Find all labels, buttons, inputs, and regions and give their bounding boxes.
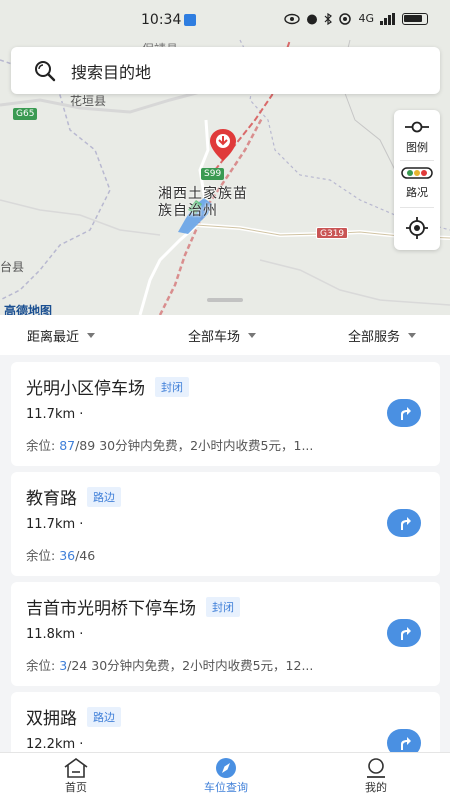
parking-name: 双拥路	[26, 709, 77, 729]
search-bar[interactable]: 搜索目的地	[11, 47, 440, 94]
route-icon	[401, 627, 411, 640]
bluetooth-icon	[325, 12, 333, 25]
bottom-nav: 首页 车位查询 我的	[0, 752, 450, 800]
network-type: 4G	[358, 12, 374, 25]
battery-icon	[402, 12, 428, 25]
nav-parking-search[interactable]: 车位查询	[186, 757, 266, 795]
nav-home-label: 首页	[65, 781, 87, 794]
filter-lot-type-label: 全部车场	[188, 330, 241, 345]
search-input[interactable]: 搜索目的地	[71, 59, 151, 83]
nav-profile-label: 我的	[365, 781, 387, 794]
filter-distance-label: 距离最近	[27, 330, 80, 345]
legend-button[interactable]: 图例	[394, 120, 440, 155]
road-badge-s99: S99	[201, 168, 225, 180]
locate-button[interactable]	[394, 216, 440, 243]
nav-home[interactable]: 首页	[36, 757, 116, 795]
map-label-county-left: 台县	[0, 260, 25, 274]
traffic-button[interactable]: 路况	[394, 167, 440, 200]
tool-divider	[400, 160, 434, 161]
route-icon	[401, 407, 411, 420]
eye-icon	[284, 13, 301, 24]
parking-name: 教育路	[26, 489, 77, 509]
nfc-icon	[339, 12, 352, 25]
map-tools-panel: 图例 路况	[394, 110, 440, 250]
status-bar: 10:34 4G	[0, 0, 450, 38]
parking-name: 光明小区停车场	[26, 379, 145, 399]
pricing-desc: 30分钟内免费，2小时内收费5元，1...	[95, 438, 314, 453]
parking-info: 余位: 36/46	[26, 545, 386, 564]
pricing-desc: 30分钟内免费，2小时内收费5元，12...	[87, 658, 314, 673]
parking-card[interactable]: 光明小区停车场 封闭 11.7km · 余位: 87/89 30分钟内免费，2小…	[11, 362, 440, 466]
parking-type-tag: 路边	[87, 486, 121, 507]
amap-logo: 高德地图	[4, 304, 53, 315]
locate-icon	[406, 217, 428, 239]
profile-icon	[367, 758, 385, 778]
signal-icon	[380, 12, 395, 25]
drag-handle[interactable]	[207, 298, 243, 302]
route-icon	[401, 737, 411, 750]
legend-label: 图例	[406, 141, 428, 154]
available-spots: 87	[59, 438, 76, 453]
road-badge-g319: G319	[316, 227, 349, 239]
navigate-button[interactable]	[387, 509, 421, 537]
filter-service-label: 全部服务	[348, 330, 401, 345]
parking-distance: 11.7km ·	[26, 407, 84, 422]
navigate-button[interactable]	[387, 399, 421, 427]
nav-parking-search-label: 车位查询	[204, 781, 248, 794]
filter-lot-type[interactable]: 全部车场	[188, 326, 257, 345]
filter-service[interactable]: 全部服务	[348, 326, 417, 345]
remaining-label: 余位:	[26, 548, 60, 563]
traffic-icon	[401, 167, 433, 179]
remaining-label: 余位:	[26, 658, 60, 673]
parking-list[interactable]: 光明小区停车场 封闭 11.7km · 余位: 87/89 30分钟内免费，2小…	[0, 355, 450, 752]
status-icons: 4G	[284, 12, 428, 25]
filter-distance[interactable]: 距离最近	[27, 326, 96, 345]
traffic-label: 路况	[406, 186, 428, 199]
parking-type-tag: 封闭	[155, 376, 189, 397]
parking-info: 余位: 3/24 30分钟内免费，2小时内收费5元，12...	[26, 655, 386, 674]
home-icon	[64, 758, 88, 778]
parking-card[interactable]: 双拥路 路边 12.2km ·	[11, 692, 440, 752]
parking-card[interactable]: 吉首市光明桥下停车场 封闭 11.8km · 余位: 3/24 30分钟内免费，…	[11, 582, 440, 686]
parking-card[interactable]: 教育路 路边 11.7km · 余位: 36/46	[11, 472, 440, 576]
search-icon	[35, 60, 56, 81]
tool-divider	[400, 207, 434, 208]
parking-type-tag: 路边	[87, 706, 121, 727]
remaining-label: 余位:	[26, 438, 60, 453]
chevron-down-icon	[87, 333, 96, 338]
road-badge-g65: G65	[13, 108, 38, 120]
route-icon	[401, 517, 411, 530]
total-spots: /89	[75, 438, 96, 453]
status-time: 10:34	[141, 12, 182, 28]
parking-type-tag: 封闭	[206, 596, 240, 617]
parking-distance: 12.2km ·	[26, 737, 84, 752]
chevron-down-icon	[408, 333, 417, 338]
navigate-button[interactable]	[387, 729, 421, 752]
map-label-city: 湘西土家族苗族自治州	[158, 186, 248, 219]
navigate-button[interactable]	[387, 619, 421, 647]
legend-icon	[405, 121, 429, 133]
total-spots: /24	[67, 658, 88, 673]
chevron-down-icon	[248, 333, 257, 338]
available-spots: 3	[59, 658, 68, 673]
nav-profile[interactable]: 我的	[336, 757, 416, 795]
parking-distance: 11.8km ·	[26, 627, 84, 642]
parking-info: 余位: 87/89 30分钟内免费，2小时内收费5元，1...	[26, 435, 386, 454]
filter-bar: 距离最近 全部车场 全部服务	[0, 315, 450, 355]
parking-distance: 11.7km ·	[26, 517, 84, 532]
location-marker-icon	[210, 129, 236, 161]
navigation-status-icon	[184, 14, 196, 26]
total-spots: /46	[75, 548, 96, 563]
available-spots: 36	[59, 548, 76, 563]
map-label-huayuan: 花垣县	[70, 94, 107, 108]
parking-name: 吉首市光明桥下停车场	[26, 599, 196, 619]
compass-icon	[216, 758, 236, 778]
alarm-icon	[307, 14, 318, 24]
